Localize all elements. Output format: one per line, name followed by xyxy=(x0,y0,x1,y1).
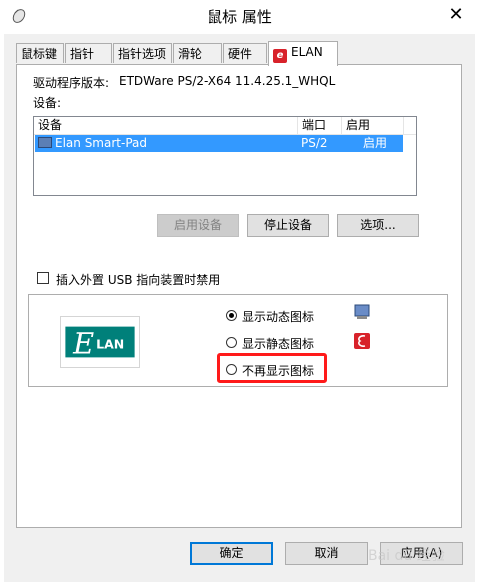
window-frame-bottom xyxy=(0,582,479,588)
close-button[interactable]: ✕ xyxy=(445,4,467,26)
device-enabled: 启用 xyxy=(363,136,388,150)
radio-dynamic-icon-button[interactable] xyxy=(226,310,237,321)
elan-tab-panel: 驱动程序版本: ETDWare PS/2-X64 11.4.25.1_WHQL … xyxy=(16,64,462,528)
tray-icon-groupbox: E LAN 显示动态图标 显示静态图标 不再显示图标 xyxy=(28,294,448,387)
disable-on-usb-checkbox[interactable] xyxy=(37,272,49,284)
device-port: PS/2 xyxy=(301,136,328,150)
tab-label: 鼠标键 xyxy=(21,47,58,61)
tab-label: 滑轮 xyxy=(178,47,203,61)
radio-dynamic-icon-label: 显示动态图标 xyxy=(242,310,315,324)
tab-label: ELAN xyxy=(291,45,323,59)
watermark: Bai du 经验 xyxy=(368,548,445,564)
column-header-device[interactable]: 设备 xyxy=(34,117,298,134)
highlight-annotation xyxy=(217,353,327,383)
touchpad-device-icon xyxy=(38,137,52,148)
radio-static-icon-label: 显示静态图标 xyxy=(242,337,315,351)
ok-button[interactable]: 确定 xyxy=(190,542,273,565)
column-header-port[interactable]: 端口 xyxy=(298,117,342,134)
cancel-button[interactable]: 取消 xyxy=(285,542,368,565)
driver-version-label: 驱动程序版本: xyxy=(33,76,110,90)
tab-wheel[interactable]: 滑轮 xyxy=(173,43,222,63)
tab-label: 指针 xyxy=(70,47,95,61)
tab-label: 指针选项 xyxy=(118,47,167,61)
tab-hardware[interactable]: 硬件 xyxy=(223,43,267,63)
mouse-properties-window: 鼠标 属性 ✕ 鼠标键 指针 指针选项 滑轮 硬件 e ELAN 驱动程序版本: … xyxy=(0,0,479,588)
title-bar: 鼠标 属性 ✕ xyxy=(0,0,479,34)
elan-logo-text: LAN xyxy=(96,337,124,352)
stop-device-button[interactable]: 停止设备 xyxy=(247,214,329,237)
static-elan-icon xyxy=(354,333,370,349)
elan-logo-icon: e xyxy=(273,49,287,63)
device-list[interactable]: 设备 端口 启用 Elan Smart-Pad PS/2 启用 xyxy=(33,116,417,196)
elan-logo-letter: E xyxy=(72,327,94,361)
devices-label: 设备: xyxy=(33,96,62,110)
table-row[interactable]: Elan Smart-Pad PS/2 启用 xyxy=(35,135,403,152)
elan-logo: E LAN xyxy=(60,316,140,368)
column-header-enabled[interactable]: 启用 xyxy=(342,117,404,134)
dynamic-touchpad-icon xyxy=(354,304,370,319)
enable-device-button[interactable]: 启用设备 xyxy=(157,214,239,237)
device-name: Elan Smart-Pad xyxy=(55,136,147,150)
tab-pointer[interactable]: 指针 xyxy=(65,43,112,63)
options-button[interactable]: 选项... xyxy=(337,214,419,237)
tab-pointer-options[interactable]: 指针选项 xyxy=(113,43,172,63)
radio-static-icon-button[interactable] xyxy=(226,337,237,348)
window-frame-left xyxy=(0,34,4,582)
window-title: 鼠标 属性 xyxy=(207,8,272,26)
device-list-header: 设备 端口 启用 xyxy=(34,117,416,135)
disable-on-usb-label: 插入外置 USB 指向装置时禁用 xyxy=(56,273,221,287)
tab-elan[interactable]: e ELAN xyxy=(268,41,338,66)
tab-mouse-buttons[interactable]: 鼠标键 xyxy=(16,43,64,63)
window-frame-right xyxy=(475,34,479,582)
tab-label: 硬件 xyxy=(228,47,253,61)
driver-version-value: ETDWare PS/2-X64 11.4.25.1_WHQL xyxy=(119,74,336,88)
